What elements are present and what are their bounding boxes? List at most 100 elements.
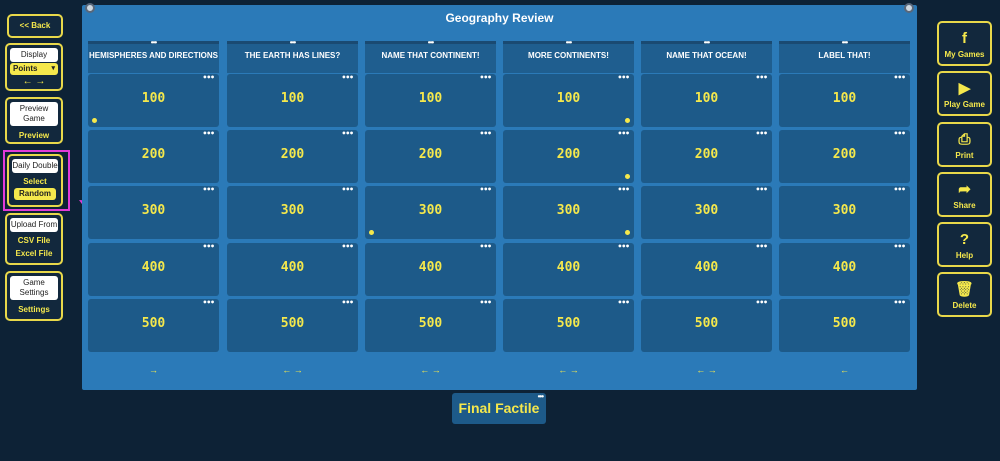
question-cell[interactable]: ••• 400: [503, 243, 634, 296]
more-icon[interactable]: •••: [203, 243, 215, 251]
more-icon[interactable]: •••: [756, 74, 768, 82]
more-icon[interactable]: •••: [894, 299, 906, 307]
question-cell[interactable]: ••• 400: [227, 243, 358, 296]
question-cell[interactable]: ••• 200: [503, 130, 634, 183]
play-game-button[interactable]: ▶ Play Game: [937, 71, 992, 116]
more-icon[interactable]: •••: [342, 243, 354, 251]
board-title: Geography Review: [445, 11, 554, 25]
question-cell[interactable]: ••• 200: [88, 130, 219, 183]
upload-excel-link[interactable]: Excel File: [7, 249, 61, 258]
more-icon[interactable]: •••: [756, 243, 768, 251]
delete-button[interactable]: 🗑 Delete: [937, 272, 992, 317]
question-cell[interactable]: ••• 100: [641, 74, 772, 127]
final-factile-button[interactable]: Final Factile •••: [452, 392, 546, 424]
help-button[interactable]: ? Help: [937, 222, 992, 267]
upload-csv-link[interactable]: CSV File: [7, 236, 61, 245]
print-button[interactable]: ⎙ Print: [937, 122, 992, 167]
question-cell[interactable]: ••• 500: [503, 299, 634, 352]
more-icon[interactable]: •••: [480, 186, 492, 194]
category-header[interactable]: ••• NAME THAT CONTINENT!: [365, 39, 496, 73]
column-move-arrows[interactable]: ← →: [227, 365, 358, 375]
display-arrows[interactable]: ← →: [7, 76, 61, 87]
category-header[interactable]: ••• NAME THAT OCEAN!: [641, 39, 772, 73]
more-icon[interactable]: •••: [290, 39, 296, 47]
question-cell[interactable]: ••• 100: [503, 74, 634, 127]
more-icon[interactable]: •••: [480, 130, 492, 138]
question-cell[interactable]: ••• 500: [88, 299, 219, 352]
question-cell[interactable]: ••• 400: [88, 243, 219, 296]
more-icon[interactable]: •••: [894, 74, 906, 82]
more-icon[interactable]: •••: [618, 186, 630, 194]
more-icon[interactable]: •••: [480, 74, 492, 82]
settings-link[interactable]: Settings: [7, 305, 61, 314]
question-cell[interactable]: ••• 300: [503, 186, 634, 239]
column-move-arrows[interactable]: ← →: [503, 365, 634, 375]
more-icon[interactable]: •••: [342, 299, 354, 307]
more-icon[interactable]: •••: [342, 74, 354, 82]
question-cell[interactable]: ••• 500: [365, 299, 496, 352]
more-icon[interactable]: •••: [842, 39, 848, 47]
column-move-arrows[interactable]: ←: [779, 365, 910, 375]
question-cell[interactable]: ••• 400: [641, 243, 772, 296]
question-cell[interactable]: ••• 300: [88, 186, 219, 239]
more-icon[interactable]: •••: [203, 299, 215, 307]
more-icon[interactable]: •••: [480, 243, 492, 251]
display-select[interactable]: Points ▾: [10, 63, 58, 75]
preview-link[interactable]: Preview: [7, 131, 61, 140]
question-cell[interactable]: ••• 300: [779, 186, 910, 239]
category-header[interactable]: ••• HEMISPHERES AND DIRECTIONS: [88, 39, 219, 73]
more-icon[interactable]: •••: [151, 39, 157, 47]
more-icon[interactable]: •••: [756, 186, 768, 194]
question-cell[interactable]: ••• 300: [641, 186, 772, 239]
more-icon[interactable]: •••: [894, 130, 906, 138]
question-cell[interactable]: ••• 200: [779, 130, 910, 183]
question-cell[interactable]: ••• 500: [641, 299, 772, 352]
question-cell[interactable]: ••• 200: [365, 130, 496, 183]
preview-game-button[interactable]: Preview Game: [10, 102, 58, 126]
more-icon[interactable]: •••: [618, 243, 630, 251]
category-header[interactable]: ••• MORE CONTINENTS!: [503, 39, 634, 73]
more-icon[interactable]: •••: [342, 130, 354, 138]
game-settings-button[interactable]: Game Settings: [10, 276, 58, 300]
category-label: HEMISPHERES AND DIRECTIONS: [88, 51, 219, 60]
question-cell[interactable]: ••• 100: [88, 74, 219, 127]
question-cell[interactable]: ••• 200: [641, 130, 772, 183]
share-button[interactable]: ➦ Share: [937, 172, 992, 217]
more-icon[interactable]: •••: [618, 130, 630, 138]
more-icon[interactable]: •••: [894, 243, 906, 251]
more-icon[interactable]: •••: [756, 299, 768, 307]
more-icon[interactable]: •••: [618, 74, 630, 82]
point-value: 100: [694, 91, 719, 106]
question-cell[interactable]: ••• 100: [227, 74, 358, 127]
question-cell[interactable]: ••• 300: [365, 186, 496, 239]
question-cell[interactable]: ••• 100: [365, 74, 496, 127]
more-icon[interactable]: •••: [203, 130, 215, 138]
more-icon[interactable]: •••: [428, 39, 434, 47]
column-move-arrows[interactable]: ← →: [365, 365, 496, 375]
more-icon[interactable]: •••: [756, 130, 768, 138]
more-icon[interactable]: •••: [618, 299, 630, 307]
question-cell[interactable]: ••• 500: [227, 299, 358, 352]
more-icon[interactable]: •••: [566, 39, 572, 47]
question-cell[interactable]: ••• 400: [365, 243, 496, 296]
category-header[interactable]: ••• LABEL THAT!: [779, 39, 910, 73]
more-icon[interactable]: •••: [704, 39, 710, 47]
question-cell[interactable]: ••• 200: [227, 130, 358, 183]
back-button[interactable]: << Back: [9, 16, 61, 36]
more-icon[interactable]: •••: [342, 186, 354, 194]
category-header[interactable]: ••• THE EARTH HAS LINES?: [227, 39, 358, 73]
help-icon: ?: [959, 231, 970, 248]
question-cell[interactable]: ••• 500: [779, 299, 910, 352]
column-move-arrows[interactable]: ← →: [641, 365, 772, 375]
more-icon[interactable]: •••: [203, 74, 215, 82]
more-icon[interactable]: •••: [203, 186, 215, 194]
more-icon[interactable]: •••: [480, 299, 492, 307]
column-move-arrows[interactable]: →: [88, 365, 219, 375]
question-cell[interactable]: ••• 300: [227, 186, 358, 239]
my-games-button[interactable]: f My Games: [937, 21, 992, 66]
more-icon[interactable]: •••: [538, 381, 544, 412]
question-cell[interactable]: ••• 400: [779, 243, 910, 296]
question-cell[interactable]: ••• 100: [779, 74, 910, 127]
more-icon[interactable]: •••: [894, 186, 906, 194]
back-button-box[interactable]: << Back: [7, 14, 63, 38]
